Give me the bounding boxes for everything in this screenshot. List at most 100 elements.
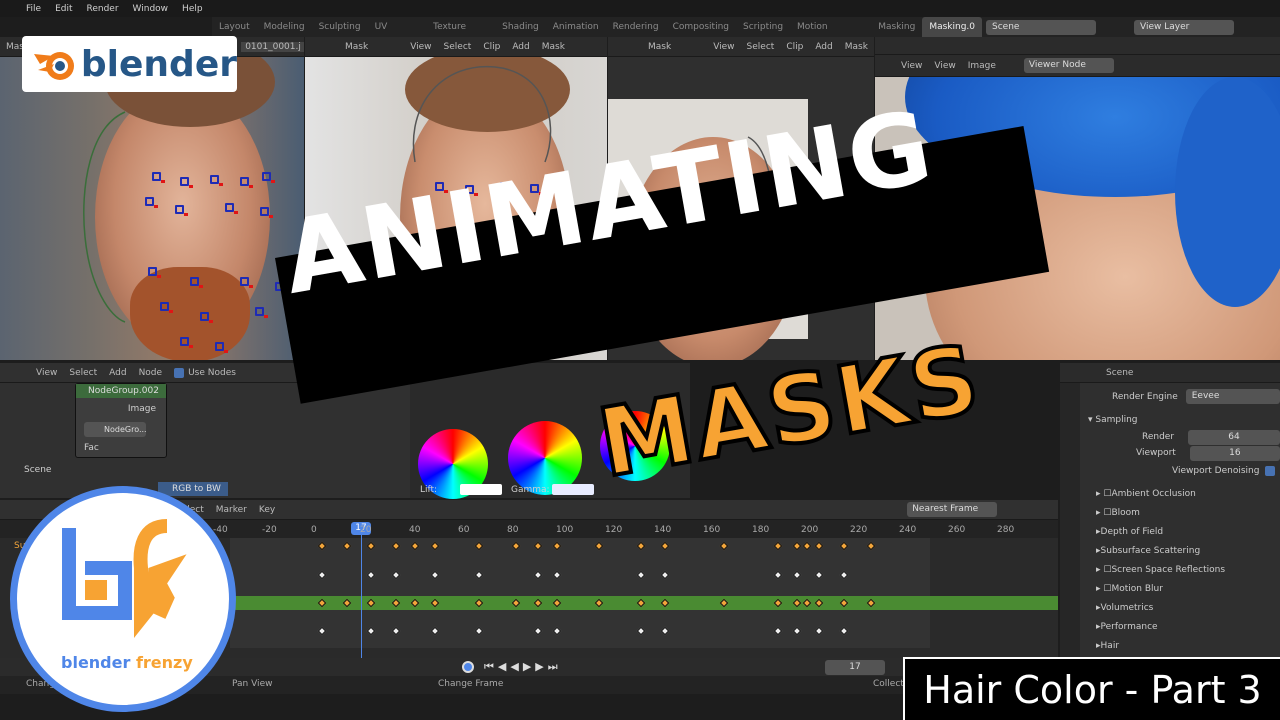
menu-add-2[interactable]: Add <box>512 42 529 52</box>
section-motion-blur[interactable]: Motion Blur <box>1111 584 1162 594</box>
sampling-chevron-icon[interactable]: ▾ <box>1088 415 1095 425</box>
tab-uv-editing[interactable]: UV Editing <box>368 17 427 52</box>
frame-tick: 220 <box>850 525 868 535</box>
menu-render[interactable]: Render <box>87 4 119 14</box>
menu-file[interactable]: File <box>26 4 41 14</box>
section-performance[interactable]: Performance <box>1101 622 1158 632</box>
properties-context: Scene <box>1106 367 1134 378</box>
clip-file-field[interactable]: 0101_0001.j <box>241 41 304 52</box>
tab-rendering[interactable]: Rendering <box>606 17 666 37</box>
menu-key[interactable]: Key <box>259 505 275 515</box>
render-samples-label: Render <box>1142 432 1175 442</box>
tab-sculpting[interactable]: Sculpting <box>312 17 368 37</box>
frame-tick: 120 <box>605 525 623 535</box>
section-ambient-occlusion[interactable]: Ambient Occlusion <box>1111 489 1195 499</box>
properties-tabs[interactable] <box>1060 383 1080 657</box>
menu-add-3[interactable]: Add <box>815 42 832 52</box>
section-depth-of-field[interactable]: Depth of Field <box>1101 527 1164 537</box>
mode-select-3[interactable]: Mask <box>648 42 671 52</box>
section-volumetrics[interactable]: Volumetrics <box>1101 603 1154 613</box>
menu-clip-2[interactable]: Clip <box>483 42 500 52</box>
menu-clip-3[interactable]: Clip <box>786 42 803 52</box>
section-ssr[interactable]: Screen Space Reflections <box>1111 565 1225 575</box>
current-frame-field[interactable]: 17 <box>825 660 885 675</box>
status-far: Collect <box>873 679 904 689</box>
tab-masking[interactable]: Masking <box>871 17 922 37</box>
view-layer-field[interactable]: View Layer <box>1134 19 1234 35</box>
blender-frenzy-logo: blender frenzy <box>10 486 236 712</box>
section-hair[interactable]: Hair <box>1101 641 1119 651</box>
tab-motion-tracking[interactable]: Motion Tracking <box>790 17 871 52</box>
image-editor-toolbar <box>875 37 1280 55</box>
clip-frame-1[interactable] <box>0 57 304 360</box>
frame-tick: 100 <box>556 525 574 535</box>
menu-view-3[interactable]: View <box>713 42 734 52</box>
blender-logo: blender <box>22 36 237 92</box>
frame-tick: -20 <box>262 525 277 535</box>
playback-controls[interactable]: ⏮◀◀▶▶⏭ <box>484 660 562 674</box>
frame-tick: 180 <box>752 525 770 535</box>
menu-select-3[interactable]: Select <box>747 42 775 52</box>
render-engine-select[interactable]: Eevee <box>1185 389 1280 404</box>
node-group-ref[interactable]: NodeGro... <box>84 422 147 437</box>
tab-compositing[interactable]: Compositing <box>666 17 736 37</box>
menu-view-img-2[interactable]: View <box>934 61 955 71</box>
menu-view-img[interactable]: View <box>901 61 922 71</box>
tab-animation[interactable]: Animation <box>546 17 606 37</box>
menu-select-2[interactable]: Select <box>444 42 472 52</box>
menu-image[interactable]: Image <box>968 61 996 71</box>
keyframe-area[interactable] <box>230 538 930 648</box>
snap-mode-select[interactable]: Nearest Frame <box>907 502 998 517</box>
viewport-denoising-checkbox[interactable] <box>1265 465 1276 476</box>
use-nodes-checkbox[interactable] <box>174 367 185 378</box>
lift-color-swatch[interactable] <box>460 484 502 495</box>
menu-mask-2[interactable]: Mask <box>542 42 565 52</box>
menu-marker[interactable]: Marker <box>216 505 247 515</box>
rgb-to-bw-node[interactable]: RGB to BW <box>158 482 228 496</box>
tab-texture-paint[interactable]: Texture Paint <box>426 17 495 52</box>
node-fac-label: Fac <box>84 443 99 453</box>
mask-curve-1[interactable] <box>70 107 130 327</box>
frame-tick: 80 <box>507 525 519 535</box>
menu-window[interactable]: Window <box>133 4 169 14</box>
top-menu-bar: File Edit Render Window Help <box>0 0 1280 17</box>
gamma-color-swatch[interactable] <box>552 484 594 495</box>
viewport-samples-field[interactable]: 16 <box>1189 445 1280 461</box>
menu-mask-3[interactable]: Mask <box>845 42 868 52</box>
record-button[interactable] <box>462 661 474 673</box>
mode-select-2[interactable]: Mask <box>345 42 368 52</box>
menu-edit[interactable]: Edit <box>55 4 72 14</box>
workspace-tabs: Layout Modeling Sculpting UV Editing Tex… <box>212 17 982 52</box>
frame-tick: 280 <box>997 525 1015 535</box>
menu-select-node[interactable]: Select <box>69 368 97 378</box>
image-select-field[interactable]: Viewer Node <box>1023 58 1114 73</box>
menu-view-2[interactable]: View <box>410 42 431 52</box>
tab-layout[interactable]: Layout <box>212 17 257 37</box>
frame-tick: 160 <box>703 525 721 535</box>
blender-logo-text: blender <box>80 43 237 85</box>
subtitle-box: Hair Color - Part 3 <box>903 657 1280 720</box>
node-group[interactable]: NodeGroup.002 Image NodeGro... Fac <box>75 383 167 458</box>
use-nodes-label: Use Nodes <box>188 367 236 378</box>
sampling-header[interactable]: Sampling <box>1095 415 1137 425</box>
render-samples-field[interactable]: 64 <box>1188 429 1280 445</box>
tab-shading[interactable]: Shading <box>495 17 546 37</box>
menu-help[interactable]: Help <box>182 4 203 14</box>
scene-field[interactable]: Scene <box>986 19 1096 35</box>
blender-logo-icon <box>34 52 74 80</box>
playhead-line[interactable] <box>361 522 362 658</box>
frame-tick: 260 <box>948 525 966 535</box>
menu-view-node[interactable]: View <box>36 368 57 378</box>
tab-scripting[interactable]: Scripting <box>736 17 790 37</box>
frame-tick: 240 <box>899 525 917 535</box>
section-bloom[interactable]: Bloom <box>1111 508 1139 518</box>
menu-add-node[interactable]: Add <box>109 368 126 378</box>
bf-name-frenzy: frenzy <box>135 653 193 672</box>
frame-tick: 60 <box>458 525 470 535</box>
menu-node-node[interactable]: Node <box>139 368 163 378</box>
tab-masking-0[interactable]: Masking.0 <box>922 17 982 37</box>
tab-modeling[interactable]: Modeling <box>257 17 312 37</box>
section-subsurface[interactable]: Subsurface Scattering <box>1101 546 1201 556</box>
frame-tick: 20 <box>360 525 372 535</box>
render-engine-label: Render Engine <box>1112 391 1178 402</box>
